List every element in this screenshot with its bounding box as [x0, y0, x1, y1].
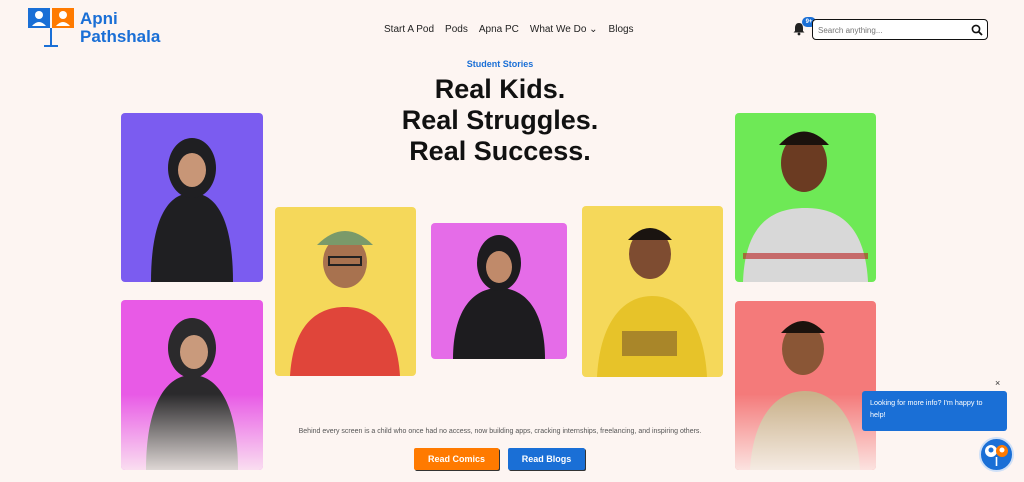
student-photo-3	[275, 207, 416, 376]
read-blogs-button[interactable]: Read Blogs	[508, 448, 585, 470]
hero-tagline: Behind every screen is a child who once …	[298, 428, 702, 435]
section-eyebrow: Student Stories	[466, 59, 534, 69]
headline-line-1: Real Kids.	[434, 74, 566, 104]
chevron-down-icon: ⌄	[589, 24, 598, 35]
student-photo-1	[121, 113, 263, 282]
student-photo-5	[582, 206, 723, 377]
chat-launcher-icon[interactable]	[979, 437, 1014, 472]
brand-line2: Pathshala	[80, 27, 161, 46]
search-box	[812, 19, 988, 40]
search-icon[interactable]	[971, 23, 983, 36]
nav-what-we-do[interactable]: What We Do ⌄	[530, 24, 598, 35]
search-input[interactable]	[813, 21, 963, 40]
student-photo-4	[431, 223, 567, 359]
close-icon[interactable]: ×	[995, 378, 1000, 388]
nav-pods[interactable]: Pods	[445, 24, 468, 35]
nav-blogs[interactable]: Blogs	[609, 24, 634, 35]
nav-apna-pc[interactable]: Apna PC	[479, 24, 519, 35]
student-photo-6	[735, 113, 876, 282]
main-nav: Start A Pod Pods Apna PC What We Do ⌄ Bl…	[384, 24, 634, 35]
chat-prompt[interactable]: Looking for more info? I'm happy to help…	[862, 391, 1007, 431]
brand-name: Apni Pathshala	[80, 10, 160, 46]
student-photo-2	[121, 300, 263, 470]
nav-what-we-do-label: What We Do	[529, 24, 587, 35]
nav-start-a-pod[interactable]: Start A Pod	[384, 24, 434, 35]
brand-logo[interactable]: Apni Pathshala	[26, 6, 160, 50]
brand-line1: Apni	[80, 9, 118, 28]
logo-icon	[26, 6, 76, 50]
student-photo-7	[735, 301, 876, 470]
read-comics-button[interactable]: Read Comics	[414, 448, 499, 470]
